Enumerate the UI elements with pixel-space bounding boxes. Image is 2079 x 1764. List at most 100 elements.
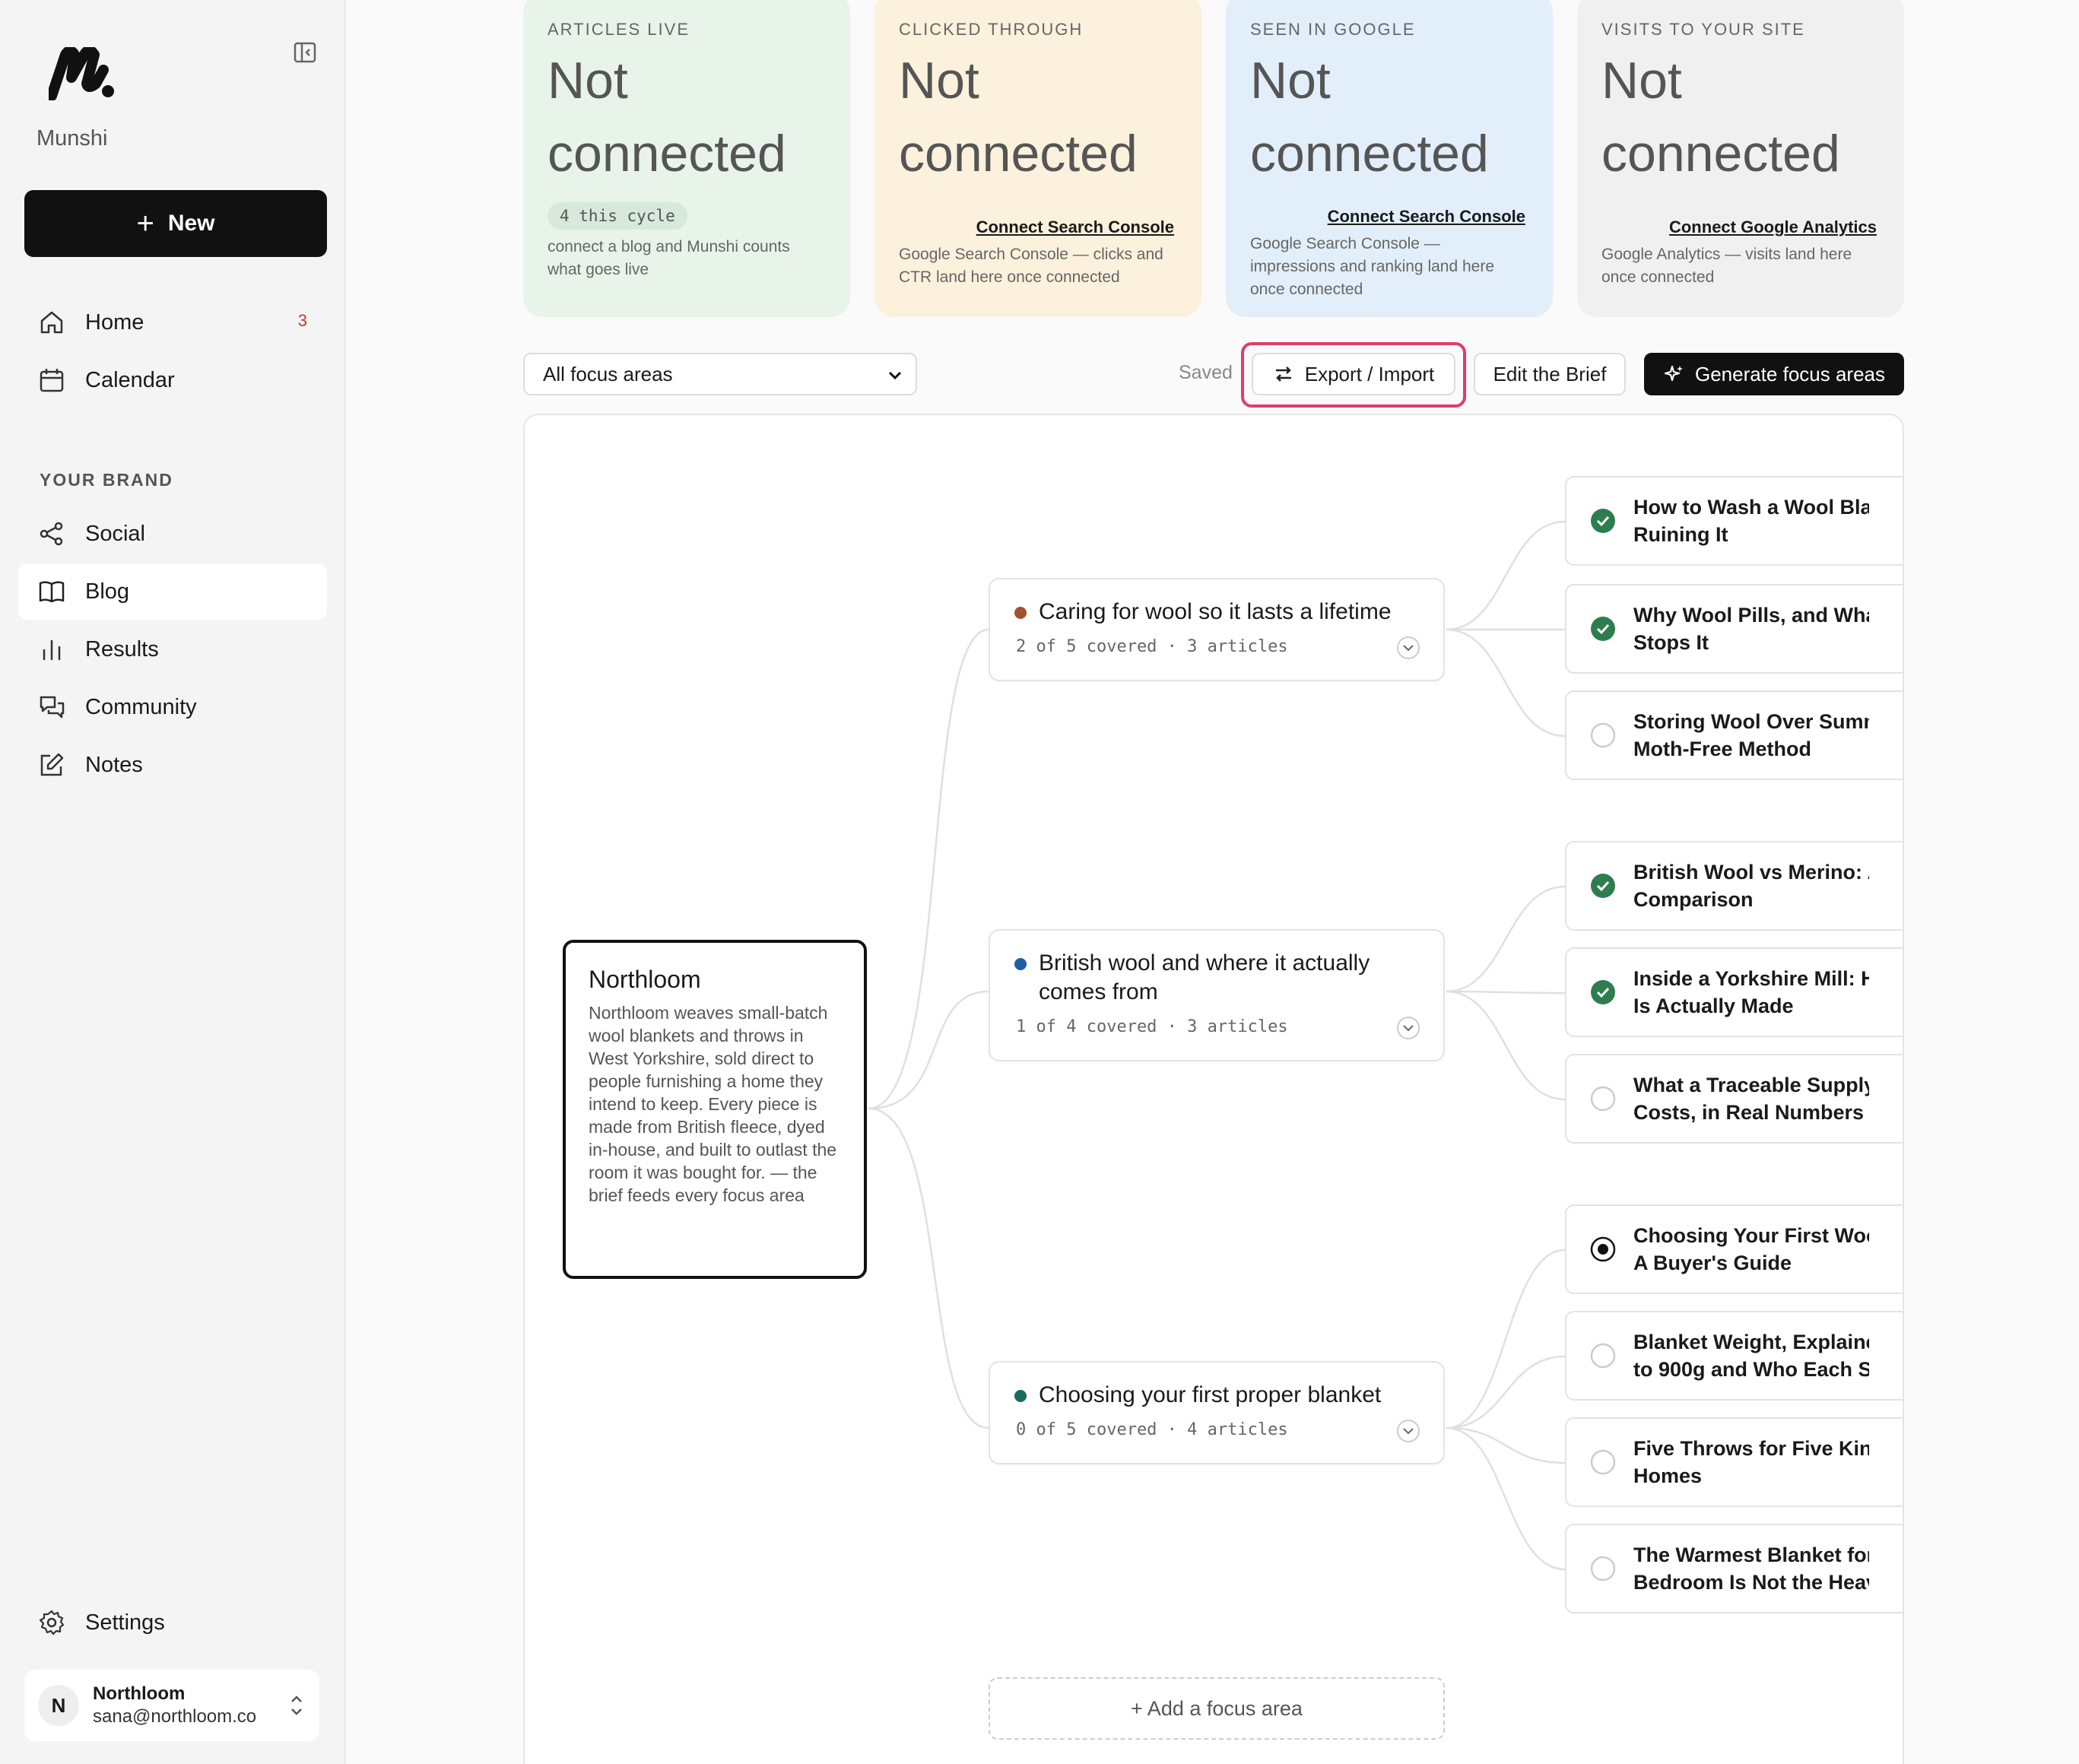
article-card[interactable]: The Warmest Blanket for a Cold Bedroom Is… [1565, 1524, 1903, 1613]
stat-desc: connect a blog and Munshi counts what go… [548, 238, 790, 278]
sidebar-item-notes[interactable]: Notes [18, 737, 327, 793]
connect-search-console-link[interactable]: Connect Search Console [899, 217, 1177, 237]
expand-chevron-icon[interactable] [1396, 1016, 1420, 1040]
focus-color-dot [1014, 958, 1027, 970]
root-desc: Northloom weaves small-batch wool blanke… [589, 1003, 837, 1205]
article-card[interactable]: British Wool vs Merino: An Honest Compari… [1565, 841, 1903, 931]
article-card[interactable]: Five Throws for Five Kinds of Homes [1565, 1417, 1903, 1507]
edit-brief-button[interactable]: Edit the Brief [1474, 353, 1626, 395]
focus-color-dot [1014, 1390, 1027, 1402]
article-title-line: How to Wash a Wool Blanket Without [1633, 496, 1869, 519]
sidebar-item-settings[interactable]: Settings [18, 1594, 327, 1651]
stat-card-clicked-through: CLICKED THROUGH Not connected Connect Se… [874, 0, 1201, 317]
sparkle-icon [1664, 365, 1683, 382]
brand-root-node[interactable]: Northloom Northloom weaves small-batch w… [563, 940, 867, 1279]
bar-chart-icon [43, 640, 61, 660]
chat-icon [40, 696, 65, 719]
saved-status: Saved [1179, 362, 1233, 383]
sidebar-item-home[interactable]: Home 3 [18, 294, 327, 351]
article-title-line: Blanket Weight, Explained: 400g [1633, 1331, 1869, 1353]
empty-circle-icon [1590, 1556, 1616, 1582]
connect-search-console-link[interactable]: Connect Search Console [1250, 207, 1528, 227]
check-circle-icon [1591, 874, 1615, 898]
article-card[interactable]: Why Wool Pills, and What Actually Stops I… [1565, 584, 1903, 674]
focus-area-node[interactable]: British wool and where it actually comes… [989, 929, 1445, 1061]
article-title-line: Stops It [1633, 631, 1709, 654]
home-icon [40, 311, 63, 334]
generate-focus-areas-button[interactable]: Generate focus areas [1644, 353, 1904, 395]
munshi-logo-icon [49, 47, 114, 100]
sidebar-item-label: Home [85, 309, 144, 335]
article-title-line: Inside a Yorkshire Mill: How a Blanket [1633, 967, 1869, 990]
article-card[interactable]: How to Wash a Wool Blanket Without Ruinin… [1565, 476, 1903, 566]
stat-label: SEEN IN GOOGLE [1250, 20, 1416, 39]
calendar-icon [40, 369, 64, 392]
chevron-up-down-icon [291, 1696, 302, 1715]
focus-title: British wool and where it actually comes… [1039, 950, 1370, 1004]
stat-desc: Google Search Console — clicks and CTR l… [899, 246, 1163, 286]
gear-icon [39, 1610, 65, 1636]
sidebar: Munshi + New Home 3 Calendar YOUR BRAND … [0, 0, 346, 1764]
article-title: How to Wash a Wool Blanket Without Ruinin… [1633, 493, 1869, 548]
root-title: Northloom [589, 966, 701, 993]
article-title-line: Why Wool Pills, and What Actually [1633, 604, 1869, 627]
check-circle-icon [1591, 617, 1615, 641]
article-title-line: Bedroom Is Not the Heaviest [1633, 1571, 1869, 1594]
sidebar-item-label: Blog [85, 579, 130, 604]
sidebar-item-calendar[interactable]: Calendar [18, 352, 327, 408]
article-title-line: Ruining It [1633, 523, 1728, 546]
article-title: British Wool vs Merino: An Honest Compari… [1633, 858, 1869, 913]
new-button[interactable]: + New [24, 190, 327, 257]
stat-value: Not connected [1601, 52, 1840, 182]
focus-area-node[interactable]: Caring for wool so it lasts a lifetime 2… [989, 578, 1445, 681]
add-focus-area-button[interactable]: + Add a focus area [989, 1677, 1445, 1740]
article-title: Choosing Your First Wool Blanket: A Buyer… [1633, 1222, 1869, 1277]
empty-circle-icon [1590, 722, 1616, 748]
chevron-down-icon [888, 371, 902, 380]
edit-brief-label: Edit the Brief [1493, 362, 1607, 385]
sidebar-item-community[interactable]: Community [18, 679, 327, 735]
focus-meta: 2 of 5 covered · 3 articles [1016, 637, 1288, 656]
in-progress-radio-icon [1590, 1236, 1616, 1262]
account-switcher[interactable]: N Northloom sana@northloom.co [24, 1670, 319, 1741]
article-title-line: Storing Wool Over Summer: The [1633, 710, 1869, 733]
sidebar-item-label: Notes [85, 752, 143, 777]
expand-chevron-icon[interactable] [1396, 636, 1420, 660]
sidebar-item-label: Community [85, 694, 197, 719]
focus-meta: 0 of 5 covered · 4 articles [1016, 1420, 1288, 1439]
article-card[interactable]: Storing Wool Over Summer: The Moth-Free M… [1565, 690, 1903, 780]
generate-label: Generate focus areas [1694, 362, 1886, 385]
article-card[interactable]: Choosing Your First Wool Blanket: A Buyer… [1565, 1204, 1903, 1294]
avatar: N [38, 1685, 79, 1726]
article-card[interactable]: Inside a Yorkshire Mill: How a Blanket Is… [1565, 947, 1903, 1037]
empty-circle-icon [1590, 1086, 1616, 1112]
sidebar-item-social[interactable]: Social [18, 506, 327, 562]
connect-google-analytics-link[interactable]: Connect Google Analytics [1601, 217, 1880, 237]
article-card[interactable]: What a Traceable Supply Chain Costs, in R… [1565, 1054, 1903, 1144]
article-title-line: Homes [1633, 1464, 1703, 1487]
stat-label: VISITS TO YOUR SITE [1601, 20, 1805, 39]
sidebar-item-label: Settings [85, 1610, 165, 1635]
collapse-sidebar-icon[interactable] [294, 41, 316, 64]
sidebar-item-label: Social [85, 521, 145, 546]
export-import-button[interactable]: Export / Import [1252, 353, 1455, 395]
swap-arrows-icon [1275, 366, 1291, 382]
empty-circle-icon [1590, 1449, 1616, 1475]
stat-desc: Google Search Console — impressions and … [1250, 235, 1495, 298]
expand-chevron-icon[interactable] [1396, 1419, 1420, 1443]
article-title-line: Moth-Free Method [1633, 738, 1811, 760]
account-name: Northloom [93, 1683, 186, 1704]
article-title: The Warmest Blanket for a Cold Bedroom Is… [1633, 1541, 1869, 1596]
sidebar-item-blog[interactable]: Blog [18, 563, 327, 620]
sidebar-item-results[interactable]: Results [18, 621, 327, 677]
focus-area-node[interactable]: Choosing your first proper blanket 0 of … [989, 1361, 1445, 1464]
focus-area-filter[interactable]: All focus areas [523, 353, 917, 395]
article-title: Storing Wool Over Summer: The Moth-Free M… [1633, 708, 1869, 763]
article-title-line: Five Throws for Five Kinds of [1633, 1437, 1869, 1460]
focus-color-dot [1014, 607, 1027, 619]
stat-desc: Google Analytics — visits land here once… [1601, 246, 1852, 286]
article-title-line: Comparison [1633, 888, 1754, 911]
share-icon [40, 522, 63, 546]
article-card[interactable]: Blanket Weight, Explained: 400g to 900g a… [1565, 1311, 1903, 1401]
new-button-label: New [167, 211, 215, 236]
